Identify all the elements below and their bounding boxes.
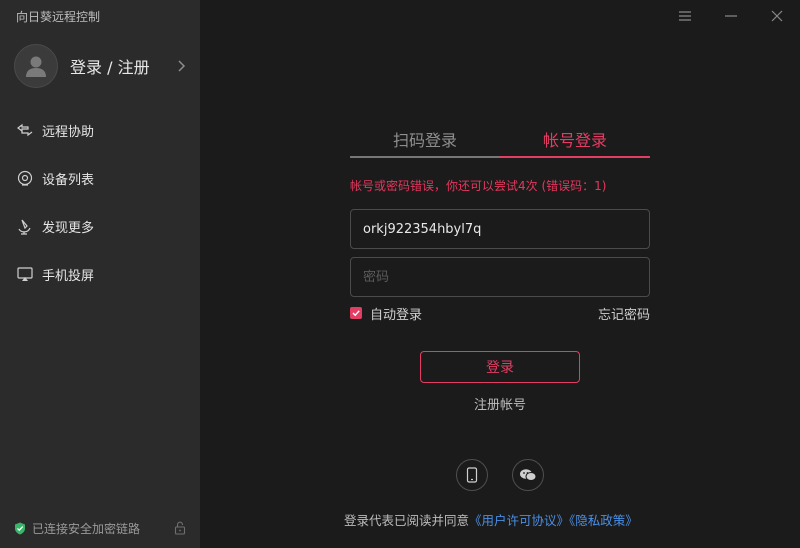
sidebar-item-screen-cast[interactable]: 手机投屏	[0, 250, 200, 298]
phone-login-button[interactable]	[456, 459, 488, 491]
sidebar-item-label: 远程协助	[42, 124, 95, 140]
sidebar-item-label: 手机投屏	[42, 268, 95, 284]
privacy-policy-link[interactable]: 《隐私政策》	[569, 513, 638, 528]
username-input[interactable]	[350, 209, 650, 249]
sidebar-item-remote-assist[interactable]: 远程协助	[0, 106, 200, 154]
login-tabs: 扫码登录 帐号登录	[350, 128, 650, 158]
menu-button[interactable]	[662, 0, 708, 32]
login-button[interactable]: 登录	[420, 351, 580, 383]
auto-login-label: 自动登录	[370, 307, 423, 323]
device-list-icon	[16, 169, 34, 187]
error-message: 帐号或密码错误，你还可以尝试4次 (错误码：1)	[350, 179, 607, 193]
remote-assist-icon	[16, 121, 34, 139]
tab-account-login[interactable]: 帐号登录	[500, 128, 650, 158]
window-controls	[662, 0, 800, 32]
auto-login-checkbox[interactable]	[350, 307, 362, 319]
sidebar-item-label: 设备列表	[42, 172, 95, 188]
status-text: 已连接安全加密链路	[32, 521, 141, 536]
avatar	[14, 44, 58, 88]
tab-qr-login[interactable]: 扫码登录	[350, 128, 500, 158]
sidebar: 向日葵远程控制 登录 / 注册 远程协助 设备列表 发现更多 手机投屏 已连接安…	[0, 0, 200, 548]
app-title: 向日葵远程控制	[16, 10, 101, 24]
agreement-prefix: 登录代表已阅读并同意	[344, 513, 470, 528]
lock-icon[interactable]	[174, 521, 186, 535]
forgot-password-link[interactable]: 忘记密码	[580, 304, 650, 323]
screen-cast-icon	[16, 265, 34, 283]
register-link[interactable]: 注册帐号	[450, 394, 550, 413]
shield-check-icon	[15, 522, 25, 534]
minimize-button[interactable]	[708, 0, 754, 32]
close-icon	[771, 10, 783, 22]
menu-icon	[679, 11, 691, 21]
login-register-entry[interactable]: 登录 / 注册	[14, 44, 194, 88]
phone-icon	[466, 467, 478, 483]
sidebar-nav: 远程协助 设备列表 发现更多 手机投屏	[0, 106, 200, 298]
password-input[interactable]	[350, 257, 650, 297]
close-button[interactable]	[754, 0, 800, 32]
user-icon	[26, 56, 46, 77]
wechat-login-button[interactable]	[512, 459, 544, 491]
connection-status: 已连接安全加密链路	[14, 519, 186, 537]
login-register-label: 登录 / 注册	[70, 58, 150, 77]
sidebar-item-label: 发现更多	[42, 220, 95, 236]
discover-icon	[16, 217, 34, 235]
agreement-text: 登录代表已阅读并同意《用户许可协议》《隐私政策》	[344, 510, 638, 529]
minimize-icon	[725, 15, 737, 17]
chevron-right-icon	[178, 60, 186, 72]
auto-login-toggle[interactable]: 自动登录	[350, 304, 423, 323]
license-agreement-link[interactable]: 《用户许可协议》	[469, 513, 569, 528]
check-icon	[352, 310, 360, 317]
sidebar-item-discover[interactable]: 发现更多	[0, 202, 200, 250]
sidebar-item-device-list[interactable]: 设备列表	[0, 154, 200, 202]
wechat-icon	[520, 469, 537, 481]
